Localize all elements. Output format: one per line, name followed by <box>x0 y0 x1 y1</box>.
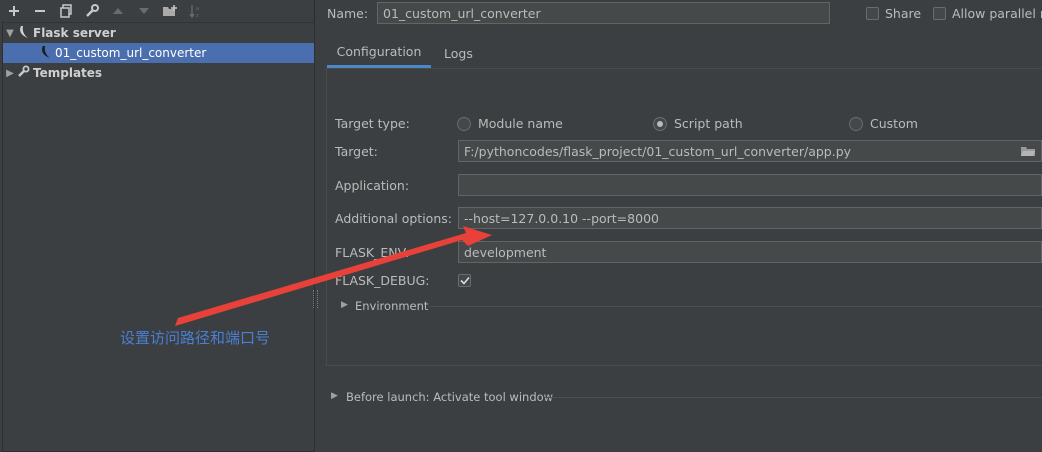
annotation-text: 设置访问路径和端口号 <box>120 329 271 347</box>
annotation-arrow <box>175 226 492 326</box>
